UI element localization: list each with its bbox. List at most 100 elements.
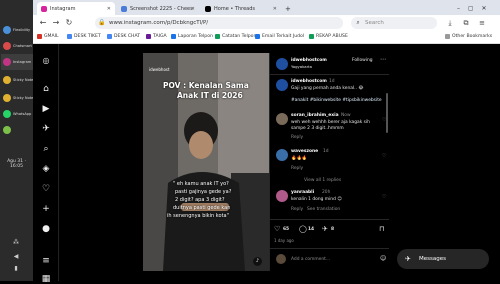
extensions-icon[interactable]: ⧉ — [461, 18, 471, 28]
messenger-icon: ✈ — [405, 255, 411, 263]
create-plus-icon[interactable]: + — [41, 204, 51, 214]
close-tab-icon[interactable]: ✕ — [273, 6, 277, 12]
reply-button[interactable]: Reply — [291, 135, 303, 140]
comment-time: 20h — [322, 190, 331, 195]
reply-button[interactable]: Reply — [291, 166, 303, 171]
os-app-2[interactable]: Chatsmart — [1, 38, 33, 54]
post-location[interactable]: Yogyakarta — [291, 64, 312, 69]
caption-username[interactable]: idwebhostcom — [291, 79, 327, 84]
messages-button[interactable]: ✈ Messages — [397, 249, 489, 269]
volume-icon[interactable]: ◀ — [12, 254, 20, 260]
reply-button[interactable]: Reply — [291, 207, 303, 212]
comment-text: weh weh wehhh berer aja kagak sih — [291, 120, 370, 125]
reload-icon[interactable]: ↻ — [64, 18, 74, 28]
bookmark-taiga[interactable]: TAIGA — [146, 34, 167, 39]
os-app-4[interactable]: Sticky Notes — [1, 72, 33, 88]
divider — [270, 248, 389, 249]
comment-icon[interactable]: ◯ — [299, 225, 307, 233]
following-button[interactable]: Following — [352, 58, 373, 63]
like-icon[interactable]: ♡ — [274, 225, 280, 233]
comment-username[interactable]: waveszone — [291, 149, 318, 154]
avatar[interactable] — [276, 79, 288, 91]
post-date: 1 day ago — [274, 238, 294, 243]
comment-username[interactable]: yanraabli — [291, 190, 314, 195]
view-replies-link[interactable]: View all 1 replies — [304, 178, 341, 183]
bookmark-rekap-abuse[interactable]: REKAP ABUSE — [309, 34, 348, 39]
add-comment-input[interactable]: Add a comment... — [291, 257, 330, 262]
tab-screenshot[interactable]: Screenshot 2225 - Chees ✕ — [117, 2, 199, 15]
avatar — [276, 254, 286, 264]
comment-text: sampe 2 3 digit..hmmm — [291, 126, 344, 131]
os-app-5[interactable]: Sticky Notes — [1, 90, 33, 106]
bookmark-other[interactable]: Other Bookmarks — [445, 34, 492, 39]
url-bar[interactable]: www.instagram.com/p/DcbkngcTl/P/ — [95, 17, 343, 29]
browser-chrome: Instagram ✕ Screenshot 2225 - Chees ✕ Home… — [33, 0, 500, 44]
close-tab-icon[interactable]: ✕ — [191, 6, 195, 12]
more-menu-icon[interactable]: ≡ — [41, 256, 51, 266]
reels-icon[interactable]: ▶ — [41, 104, 51, 114]
bookmark-laporan-telpon[interactable]: Laporan Telpon — [171, 34, 213, 39]
forward-icon[interactable]: → — [51, 18, 61, 28]
os-app-1[interactable]: Flexibility — [1, 22, 33, 38]
home-icon[interactable]: ⌂ — [41, 84, 51, 94]
subtitle-line5: ih senengnya bikin kota" — [167, 213, 229, 219]
avatar[interactable] — [276, 190, 288, 202]
caption-hashtags[interactable]: #anakit #bikinwebsite #tipsbikinwebsite — [291, 98, 382, 103]
avatar[interactable] — [276, 113, 288, 125]
mute-icon[interactable]: ♪ — [253, 257, 262, 266]
messenger-icon[interactable]: ✈ — [41, 124, 51, 134]
app-icon — [3, 42, 11, 50]
network-icon[interactable]: ⁂ — [12, 240, 20, 246]
bookmark-desk-chat[interactable]: DESK CHAT — [107, 34, 140, 39]
bookmark-desk-tiket[interactable]: DESK TIKET — [67, 34, 101, 39]
divider — [270, 74, 389, 75]
bookmark-gmail[interactable]: GMAIL — [37, 34, 59, 39]
close-tab-icon[interactable]: ✕ — [107, 6, 111, 12]
folder-icon — [445, 34, 450, 39]
caption-text: Gaji yang pernah anda kenal.. 😂 — [291, 86, 364, 91]
like-comment-icon[interactable]: ♡ — [382, 153, 386, 159]
post-username[interactable]: idwebhostcom — [291, 58, 327, 63]
also-from-meta-icon[interactable]: ▦ — [41, 274, 51, 284]
app-icon — [3, 110, 11, 118]
caption-time: 1d — [329, 79, 335, 84]
new-tab-button[interactable]: + — [283, 2, 293, 15]
save-bookmark-icon[interactable]: ⊓ — [379, 225, 384, 233]
comment-time: 1d — [323, 149, 329, 154]
instagram-logo-icon[interactable]: ◎ — [41, 56, 51, 66]
post-video[interactable]: idwebhost POV : Kenalan Sama Anak IT di … — [143, 53, 269, 271]
window-controls[interactable]: – ▢ ✕ — [453, 2, 493, 15]
share-icon[interactable]: ✈ — [322, 225, 328, 233]
os-app-3[interactable]: Instagram — [1, 54, 33, 70]
likes-count: 65 — [283, 227, 290, 232]
like-comment-icon[interactable]: ♡ — [382, 194, 386, 200]
tab-instagram[interactable]: Instagram ✕ — [37, 2, 115, 15]
os-app-7[interactable] — [1, 122, 33, 138]
bookmark-email-judol[interactable]: Email Terkait Judol — [255, 34, 304, 39]
search-icon[interactable]: ⌕ — [41, 144, 51, 154]
video-watermark: idwebhost — [149, 67, 170, 72]
avatar[interactable] — [276, 58, 288, 70]
download-icon[interactable]: ⤓ — [445, 18, 455, 28]
bookmark-catatan-telpon[interactable]: Catatan Telpon — [215, 34, 256, 39]
os-app-6[interactable]: WhatsApp — [1, 106, 33, 122]
emoji-icon[interactable]: ☺ — [380, 255, 386, 262]
notifications-heart-icon[interactable]: ♡ — [41, 184, 51, 194]
avatar[interactable] — [276, 149, 288, 161]
back-icon[interactable]: ← — [38, 18, 48, 28]
profile-icon[interactable]: ● — [41, 224, 51, 234]
battery-icon[interactable]: ▮ — [12, 266, 20, 272]
search-input[interactable]: Search — [351, 17, 437, 29]
site-info-icon[interactable]: 🔒 — [97, 18, 107, 28]
see-translation-link[interactable]: See translation — [307, 207, 340, 212]
explore-icon[interactable]: ◈ — [41, 164, 51, 174]
comments-scrollbar[interactable] — [386, 93, 388, 133]
menu-icon[interactable]: ≡ — [477, 18, 487, 28]
app-icon — [3, 58, 11, 66]
os-clock[interactable]: Agu 31 · 16:05 — [0, 159, 33, 169]
subtitle-line2: pasti gajinya gede ya? — [175, 189, 232, 195]
comment-username[interactable]: soran_ibrahim_exia — [291, 113, 339, 118]
more-options-icon[interactable]: ⋯ — [380, 56, 386, 63]
tab-threads[interactable]: Home • Threads ✕ — [201, 2, 281, 15]
bookmark-icon — [255, 34, 260, 39]
